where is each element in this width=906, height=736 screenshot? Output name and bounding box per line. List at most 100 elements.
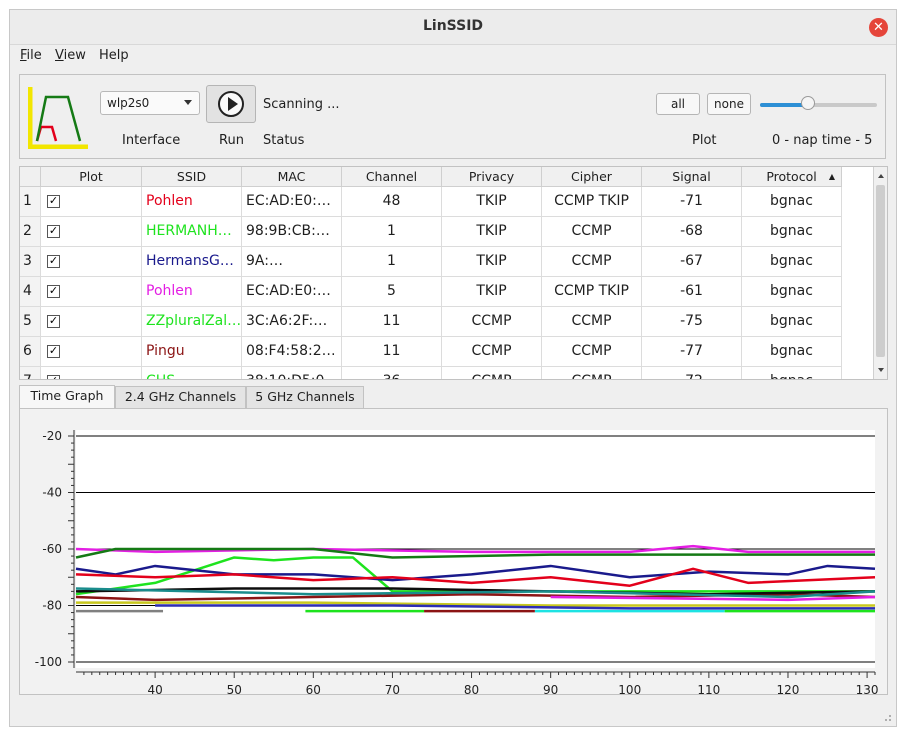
menu-file[interactable]: File bbox=[20, 48, 42, 63]
x-tick-label: 90 bbox=[543, 683, 558, 694]
x-tick-label: 110 bbox=[697, 683, 720, 694]
column-header-mac[interactable]: MAC bbox=[242, 167, 342, 187]
table-cell-channel: 48 bbox=[342, 187, 442, 217]
table-cell-protocol: bgnac bbox=[742, 307, 842, 337]
row-number: 7 bbox=[20, 367, 41, 379]
row-number: 5 bbox=[20, 307, 41, 337]
play-icon bbox=[218, 91, 244, 117]
tab-2-4-ghz-channels[interactable]: 2.4 GHz Channels bbox=[115, 386, 246, 408]
table-cell-cipher: CCMP bbox=[542, 367, 642, 379]
title-bar: LinSSID ✕ bbox=[10, 10, 896, 45]
table-cell-plot[interactable]: ✓ bbox=[41, 367, 142, 379]
menu-view-label: iew bbox=[63, 48, 86, 63]
table-cell-plot[interactable]: ✓ bbox=[41, 187, 142, 217]
linssid-logo-icon bbox=[28, 87, 88, 149]
plot-checkbox[interactable]: ✓ bbox=[47, 285, 60, 298]
row-number: 3 bbox=[20, 247, 41, 277]
plot-checkbox[interactable]: ✓ bbox=[47, 225, 60, 238]
table-cell-plot[interactable]: ✓ bbox=[41, 307, 142, 337]
menu-view-mnemonic: V bbox=[55, 48, 64, 63]
table-cell-ssid: CHS bbox=[142, 367, 242, 379]
x-tick-label: 130 bbox=[856, 683, 879, 694]
row-number: 1 bbox=[20, 187, 41, 217]
plot-checkbox[interactable]: ✓ bbox=[47, 315, 60, 328]
table-cell-protocol: bgnac bbox=[742, 277, 842, 307]
column-header-plot[interactable]: Plot bbox=[41, 167, 142, 187]
plot-checkbox[interactable]: ✓ bbox=[47, 345, 60, 358]
plot-checkbox[interactable]: ✓ bbox=[47, 375, 60, 379]
table-cell-privacy: TKIP bbox=[442, 187, 542, 217]
status-label: Status bbox=[263, 133, 305, 148]
table-cell-plot[interactable]: ✓ bbox=[41, 277, 142, 307]
run-button[interactable] bbox=[206, 85, 256, 123]
y-tick-label: -60 bbox=[42, 542, 62, 556]
table-cell-ssid: Pohlen bbox=[142, 187, 242, 217]
plot-checkbox[interactable]: ✓ bbox=[47, 195, 60, 208]
row-number: 4 bbox=[20, 277, 41, 307]
tab-5-ghz-channels[interactable]: 5 GHz Channels bbox=[246, 386, 364, 408]
table-cell-privacy: CCMP bbox=[442, 307, 542, 337]
column-header-protocol[interactable]: Protocol ▲ bbox=[742, 167, 842, 187]
column-header-ssid[interactable]: SSID bbox=[142, 167, 242, 187]
column-header-cipher[interactable]: Cipher bbox=[542, 167, 642, 187]
plot-checkbox[interactable]: ✓ bbox=[47, 255, 60, 268]
y-tick-label: -20 bbox=[42, 429, 62, 443]
table-cell-channel: 11 bbox=[342, 337, 442, 367]
tab-time-graph[interactable]: Time Graph bbox=[19, 385, 115, 409]
column-header-privacy[interactable]: Privacy bbox=[442, 167, 542, 187]
table-cell-mac: 9A:… bbox=[242, 247, 342, 277]
plot-all-button[interactable]: all bbox=[656, 93, 700, 115]
menu-bar: File View Help bbox=[10, 44, 896, 66]
table-cell-protocol: bgnac bbox=[742, 367, 842, 379]
table-cell-protocol: bgnac bbox=[742, 217, 842, 247]
main-window: LinSSID ✕ File View Help wlp2s0 Interfac… bbox=[9, 9, 897, 727]
x-tick-label: 120 bbox=[777, 683, 800, 694]
table-cell-protocol: bgnac bbox=[742, 337, 842, 367]
table-cell-signal: -71 bbox=[642, 187, 742, 217]
table-cell-plot[interactable]: ✓ bbox=[41, 337, 142, 367]
table-cell-plot[interactable]: ✓ bbox=[41, 247, 142, 277]
x-tick-label: 80 bbox=[464, 683, 479, 694]
resize-grip-icon[interactable] bbox=[882, 712, 892, 722]
table-cell-mac: 98:9B:CB:… bbox=[242, 217, 342, 247]
x-tick-label: 40 bbox=[147, 683, 162, 694]
table-cell-cipher: CCMP bbox=[542, 217, 642, 247]
row-number: 2 bbox=[20, 217, 41, 247]
x-tick-label: 100 bbox=[618, 683, 641, 694]
scroll-down-icon[interactable] bbox=[874, 363, 888, 377]
table-cell-channel: 11 bbox=[342, 307, 442, 337]
interface-select[interactable]: wlp2s0 bbox=[100, 91, 200, 115]
slider-handle[interactable] bbox=[800, 96, 815, 110]
column-header-signal[interactable]: Signal bbox=[642, 167, 742, 187]
column-header-channel[interactable]: Channel bbox=[342, 167, 442, 187]
table-cell-ssid: HermansG… bbox=[142, 247, 242, 277]
table-cell-cipher: CCMP TKIP bbox=[542, 277, 642, 307]
table-cell-protocol: bgnac bbox=[742, 247, 842, 277]
table-cell-channel: 1 bbox=[342, 247, 442, 277]
table-cell-protocol: bgnac bbox=[742, 187, 842, 217]
status-value: Scanning ... bbox=[263, 97, 340, 112]
ssid-table: Plot SSID MAC Channel Privacy Cipher Signal Pro… bbox=[19, 166, 888, 380]
table-cell-cipher: CCMP TKIP bbox=[542, 187, 642, 217]
table-cell-mac: 3C:A6:2F:… bbox=[242, 307, 342, 337]
window-title: LinSSID bbox=[422, 18, 484, 34]
table-cell-plot[interactable]: ✓ bbox=[41, 217, 142, 247]
table-cell-mac: 08:F4:58:2… bbox=[242, 337, 342, 367]
menu-help[interactable]: Help bbox=[99, 48, 129, 63]
table-cell-privacy: CCMP bbox=[442, 337, 542, 367]
table-cell-signal: -68 bbox=[642, 217, 742, 247]
table-cell-privacy: TKIP bbox=[442, 247, 542, 277]
x-tick-label: 60 bbox=[306, 683, 321, 694]
interface-label: Interface bbox=[122, 133, 181, 148]
time-graph-panel: -20 -40 -60 -80 -100 40 50 60 70 80 90 100 110 120 130 bbox=[19, 408, 888, 697]
table-cell-channel: 36 bbox=[342, 367, 442, 379]
close-icon[interactable]: ✕ bbox=[869, 18, 888, 37]
nap-time-slider[interactable] bbox=[760, 103, 877, 107]
menu-view[interactable]: View bbox=[55, 48, 86, 63]
scroll-up-icon[interactable] bbox=[874, 169, 888, 183]
plot-none-button[interactable]: none bbox=[707, 93, 751, 115]
toolbar-panel: wlp2s0 Interface Run Scanning ... Status… bbox=[19, 74, 886, 159]
table-scrollbar[interactable] bbox=[873, 167, 888, 379]
y-tick-label: -100 bbox=[35, 655, 62, 669]
scrollbar-thumb[interactable] bbox=[876, 185, 885, 357]
